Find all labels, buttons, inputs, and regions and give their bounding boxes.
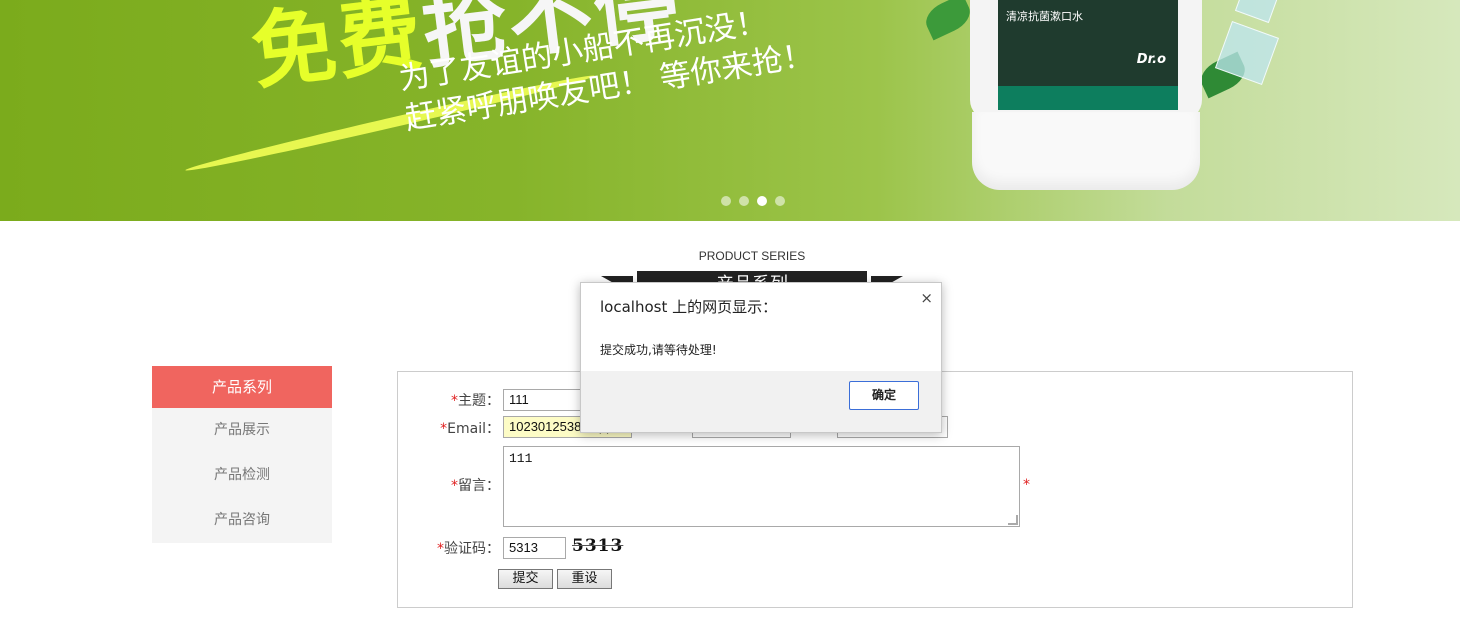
close-icon[interactable]: × bbox=[920, 289, 933, 307]
captcha-image[interactable]: 5313 bbox=[572, 536, 623, 556]
message-label: *留言： bbox=[451, 478, 500, 494]
sidebar-item-product-display[interactable]: 产品展示 bbox=[152, 408, 332, 453]
sidebar-item-product-testing[interactable]: 产品检测 bbox=[152, 453, 332, 498]
email-label: *Email： bbox=[440, 421, 500, 437]
alert-dialog: localhost 上的网页显示： × 提交成功,请等待处理! 确定 bbox=[580, 282, 942, 433]
resize-grip-icon[interactable] bbox=[1008, 515, 1018, 525]
subject-label: *主题： bbox=[451, 393, 500, 409]
sidebar-item-product-inquiry[interactable]: 产品咨询 bbox=[152, 498, 332, 543]
dialog-message: 提交成功,请等待处理! bbox=[600, 343, 717, 357]
submit-button[interactable]: 提交 bbox=[498, 569, 553, 589]
product-brand: Dr.o bbox=[1136, 52, 1166, 67]
carousel-dots bbox=[721, 196, 785, 206]
carousel-dot-active[interactable] bbox=[757, 196, 767, 206]
sidebar-header[interactable]: 产品系列 bbox=[152, 366, 332, 408]
mint-leaf-icon bbox=[920, 0, 976, 41]
message-textarea[interactable]: 111 bbox=[503, 446, 1020, 527]
carousel-dot[interactable] bbox=[721, 196, 731, 206]
dialog-title: localhost 上的网页显示： bbox=[600, 298, 778, 316]
ice-cube-icon bbox=[1234, 0, 1282, 24]
message-required-mark: * bbox=[1023, 477, 1030, 493]
ok-button[interactable]: 确定 bbox=[849, 381, 919, 410]
dialog-footer: 确定 bbox=[581, 371, 941, 432]
carousel-dot[interactable] bbox=[739, 196, 749, 206]
sidebar: 产品系列 产品展示 产品检测 产品咨询 bbox=[152, 366, 332, 543]
hero-banner: 免费抢不停 为了友谊的小船不再沉没！ 赶紧呼朋唤友吧！ 等你来抢！ 清凉抗菌漱口… bbox=[0, 0, 1460, 221]
captcha-input[interactable]: 5313 bbox=[503, 537, 566, 559]
section-title-en: PRODUCT SERIES bbox=[698, 249, 806, 263]
carousel-dot[interactable] bbox=[775, 196, 785, 206]
product-label-text: 清凉抗菌漱口水 bbox=[1006, 10, 1083, 23]
captcha-label: *验证码： bbox=[437, 541, 500, 557]
reset-button[interactable]: 重设 bbox=[557, 569, 612, 589]
product-bottle-image: 清凉抗菌漱口水 Dr.o bbox=[970, 0, 1202, 195]
